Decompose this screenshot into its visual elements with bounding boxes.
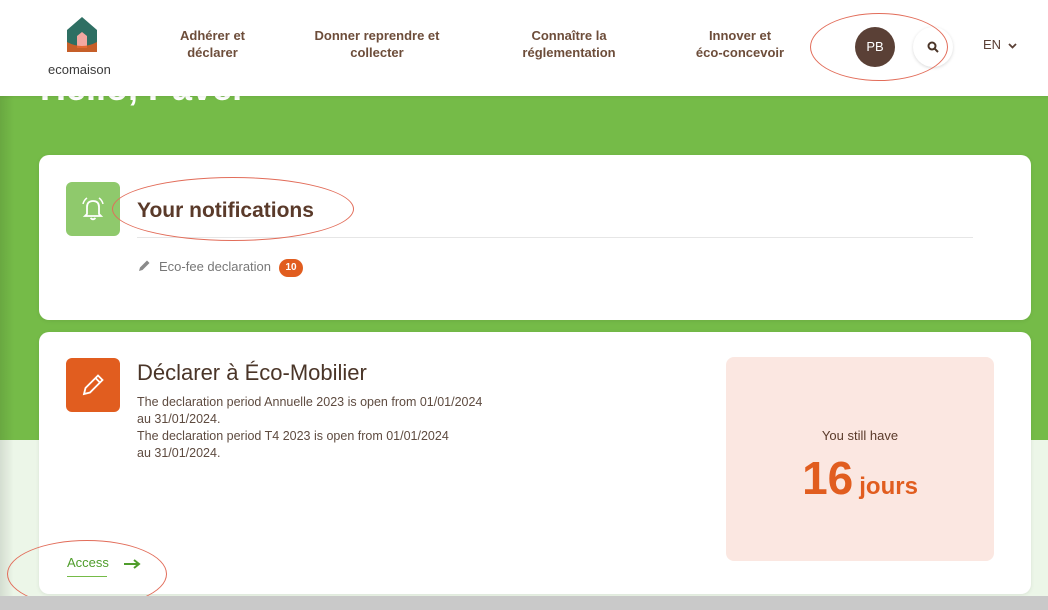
notification-count-badge: 10 — [279, 259, 304, 277]
nav-donner-reprendre-collecter[interactable]: Donner reprendre et collecter — [302, 27, 452, 61]
access-link[interactable]: Access — [67, 555, 141, 577]
notifications-card: Your notifications Eco-fee declaration 10 — [39, 155, 1031, 320]
nav-label-line: Innover et — [708, 28, 772, 43]
countdown-value: 16 jours — [726, 451, 994, 505]
search-button[interactable] — [913, 27, 953, 67]
language-selector[interactable]: EN — [983, 37, 1017, 52]
countdown-unit: jours — [859, 473, 918, 500]
arrow-right-icon — [123, 558, 141, 569]
pencil-icon — [139, 260, 150, 271]
declare-line: The declaration period T4 2023 is open f… — [137, 429, 449, 443]
declare-line: The declaration period Annuelle 2023 is … — [137, 395, 483, 409]
bell-icon — [82, 197, 104, 221]
chevron-down-icon — [1008, 42, 1017, 49]
nav-label-line: Connaître la — [531, 28, 607, 43]
notifications-icon-box — [66, 182, 120, 236]
logo-text: ecomaison — [48, 62, 111, 77]
bottom-strip — [0, 596, 1048, 610]
search-icon — [927, 41, 939, 53]
pencil-icon — [82, 374, 104, 396]
nav-label-line: réglementation — [522, 45, 616, 60]
page-frame: Hello, Pavel ecomaison Adhérer et déclar… — [0, 0, 1048, 600]
notification-label: Eco-fee declaration — [159, 259, 272, 274]
nav-connaitre-reglementation[interactable]: Connaître la réglementation — [494, 27, 644, 61]
declare-line: au 31/01/2024. — [137, 446, 221, 460]
nav-label-line: Donner reprendre et — [314, 28, 440, 43]
nav-adherer-declarer[interactable]: Adhérer et déclarer — [160, 27, 265, 61]
declare-line: au 31/01/2024. — [137, 412, 221, 426]
language-label: EN — [983, 37, 1002, 52]
nav-innover-eco-concevoir[interactable]: Innover et éco-concevoir — [680, 27, 800, 61]
site-header: ecomaison Adhérer et déclarer Donner rep… — [0, 0, 1048, 96]
logo-house-icon — [67, 17, 97, 52]
declare-card: Déclarer à Éco-Mobilier The declaration … — [39, 332, 1031, 594]
nav-label-line: éco-concevoir — [695, 45, 785, 60]
countdown-caption: You still have — [821, 428, 899, 443]
countdown-box: You still have 16 jours — [726, 357, 994, 561]
declare-icon-box — [66, 358, 120, 412]
access-underline — [67, 576, 107, 577]
divider — [137, 237, 973, 238]
nav-label-line: collecter — [350, 45, 404, 60]
notifications-title: Your notifications — [137, 199, 314, 222]
nav-label-line: Adhérer et — [179, 28, 246, 43]
nav-label-line: déclarer — [187, 45, 238, 60]
countdown-number: 16 — [802, 452, 854, 504]
notification-eco-fee[interactable]: Eco-fee declaration 10 — [137, 259, 304, 277]
declare-title: Déclarer à Éco-Mobilier — [137, 360, 367, 385]
declare-description: The declaration period Annuelle 2023 is … — [137, 394, 557, 462]
user-avatar[interactable]: PB — [855, 27, 895, 67]
access-label: Access — [67, 555, 109, 570]
ecomaison-logo[interactable]: ecomaison — [42, 14, 122, 80]
